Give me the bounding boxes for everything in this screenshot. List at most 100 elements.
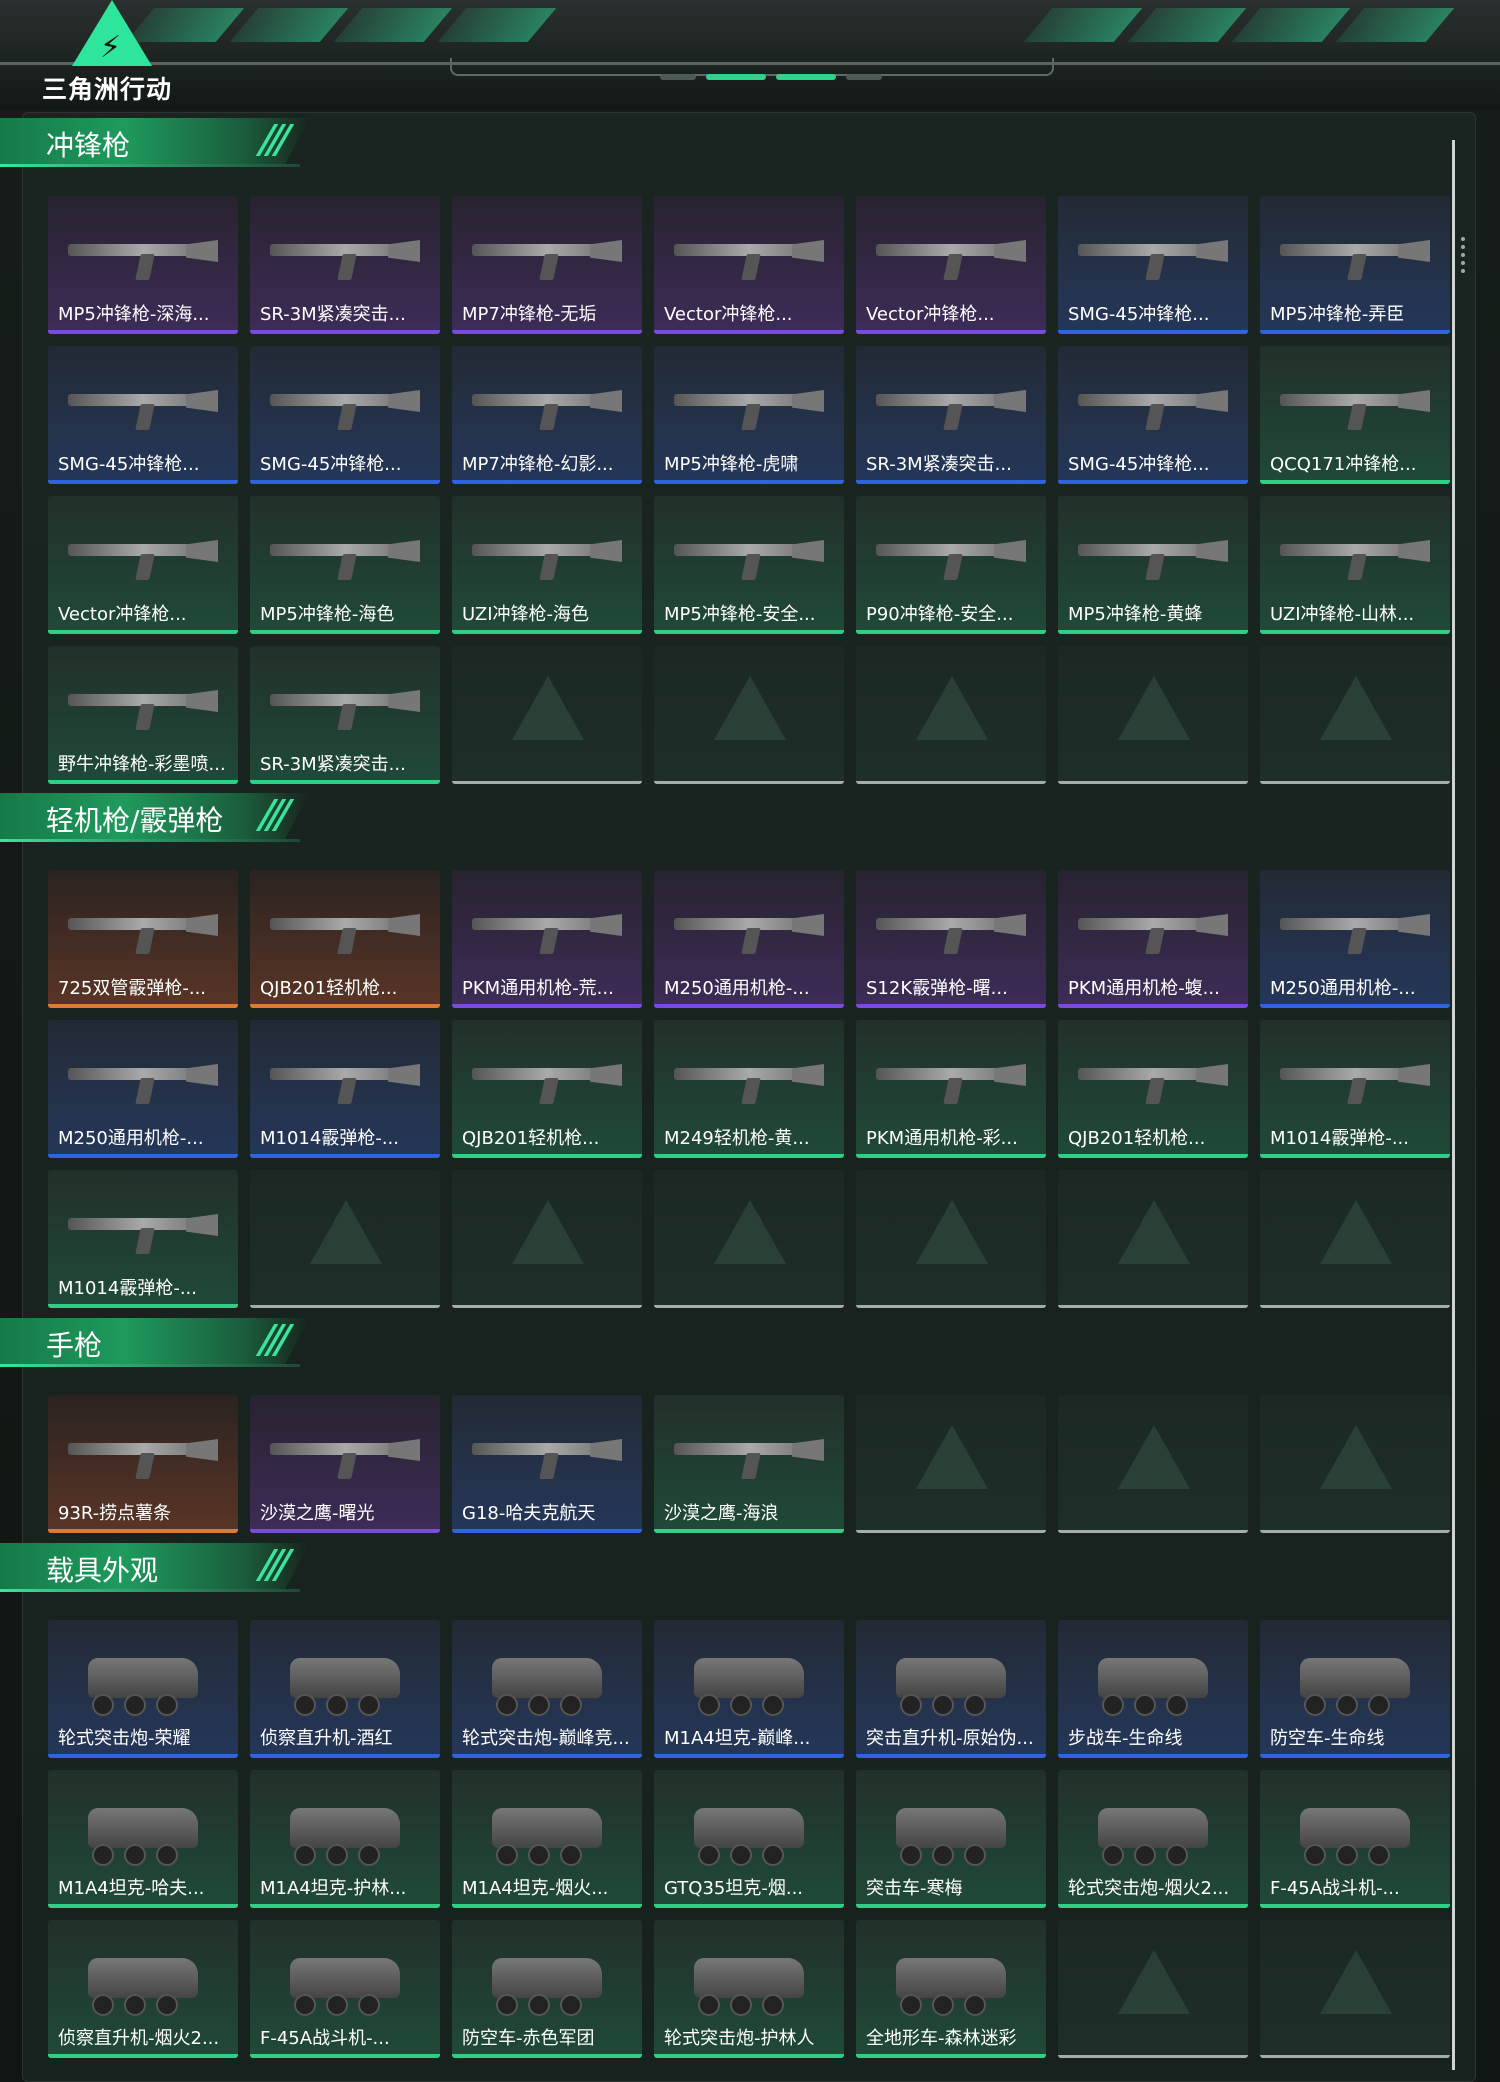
- skin-card[interactable]: 步战车-生命线: [1058, 1620, 1248, 1758]
- rarity-bar: [48, 1004, 238, 1008]
- skin-card[interactable]: 轮式突击炮-护林人: [654, 1920, 844, 2058]
- skin-card[interactable]: 沙漠之鹰-海浪: [654, 1395, 844, 1533]
- skin-card[interactable]: G18-哈夫克航天: [452, 1395, 642, 1533]
- skin-card[interactable]: QJB201轻机枪...: [1058, 1020, 1248, 1158]
- rarity-bar: [452, 1305, 642, 1308]
- rarity-bar: [654, 630, 844, 634]
- skin-card[interactable]: MP5冲锋枪-安全...: [654, 496, 844, 634]
- skin-card[interactable]: 全地形车-森林迷彩: [856, 1920, 1046, 2058]
- skin-card[interactable]: 突击直升机-原始伪...: [856, 1620, 1046, 1758]
- skin-card[interactable]: QCQ171冲锋枪...: [1260, 346, 1450, 484]
- skin-card[interactable]: M250通用机枪-...: [48, 1020, 238, 1158]
- rarity-bar: [856, 1305, 1046, 1308]
- smg-grid: MP5冲锋枪-深海... SR-3M紧凑突击... MP7冲锋枪-无垢 Vector冲…: [48, 196, 1450, 784]
- rarity-bar: [1260, 781, 1450, 784]
- skin-card[interactable]: 轮式突击炮-烟火2...: [1058, 1770, 1248, 1908]
- skin-card[interactable]: SR-3M紧凑突击...: [250, 196, 440, 334]
- skin-card[interactable]: 轮式突击炮-巅峰竞...: [452, 1620, 642, 1758]
- rarity-bar: [1260, 1154, 1450, 1158]
- skin-card[interactable]: UZI冲锋枪-山林...: [1260, 496, 1450, 634]
- skin-card[interactable]: SMG-45冲锋枪...: [250, 346, 440, 484]
- rarity-bar: [48, 630, 238, 634]
- skin-card[interactable]: 93R-捞点薯条: [48, 1395, 238, 1533]
- skin-name: UZI冲锋枪-海色: [462, 604, 589, 625]
- skin-card[interactable]: 防空车-生命线: [1260, 1620, 1450, 1758]
- skin-card[interactable]: PKM通用机枪-彩...: [856, 1020, 1046, 1158]
- skin-card[interactable]: Vector冲锋枪...: [48, 496, 238, 634]
- skin-card[interactable]: Vector冲锋枪...: [654, 196, 844, 334]
- skin-card[interactable]: S12K霰弹枪-曙...: [856, 870, 1046, 1008]
- skin-name: M250通用机枪-...: [58, 1128, 204, 1149]
- skin-card[interactable]: MP5冲锋枪-深海...: [48, 196, 238, 334]
- skin-card[interactable]: M1014霰弹枪-...: [1260, 1020, 1450, 1158]
- skin-name: PKM通用机枪-荒...: [462, 978, 614, 999]
- section-title: 轻机枪/霰弹枪: [46, 804, 224, 837]
- placeholder-logo-icon: [1118, 676, 1190, 740]
- skin-card[interactable]: MP5冲锋枪-虎啸: [654, 346, 844, 484]
- skin-name: SMG-45冲锋枪...: [1068, 304, 1210, 325]
- skin-card[interactable]: 725双管霰弹枪-...: [48, 870, 238, 1008]
- skin-card[interactable]: MP5冲锋枪-海色: [250, 496, 440, 634]
- rarity-bar: [654, 1529, 844, 1533]
- skin-card[interactable]: SMG-45冲锋枪...: [48, 346, 238, 484]
- skin-name: MP7冲锋枪-无垢: [462, 304, 597, 325]
- weapon-skin-icon: [674, 900, 824, 954]
- empty-slot: [1260, 1920, 1450, 2058]
- skin-card[interactable]: 侦察直升机-烟火2...: [48, 1920, 238, 2058]
- skin-card[interactable]: PKM通用机枪-荒...: [452, 870, 642, 1008]
- skin-card[interactable]: MP5冲锋枪-黄蜂: [1058, 496, 1248, 634]
- skin-card[interactable]: SMG-45冲锋枪...: [1058, 196, 1248, 334]
- skin-card[interactable]: M250通用机枪-...: [654, 870, 844, 1008]
- skin-card[interactable]: M1A4坦克-烟火...: [452, 1770, 642, 1908]
- skin-card[interactable]: 轮式突击炮-荣耀: [48, 1620, 238, 1758]
- skin-name: SR-3M紧凑突击...: [866, 454, 1012, 475]
- skin-card[interactable]: SMG-45冲锋枪...: [1058, 346, 1248, 484]
- skin-name: 725双管霰弹枪-...: [58, 978, 207, 999]
- skin-card[interactable]: SR-3M紧凑突击...: [856, 346, 1046, 484]
- skin-card[interactable]: M249轻机枪-黄...: [654, 1020, 844, 1158]
- vehicle-skin-icon: [270, 1800, 420, 1866]
- skin-card[interactable]: M250通用机枪-...: [1260, 870, 1450, 1008]
- weapon-skin-icon: [1280, 376, 1430, 430]
- skin-card[interactable]: M1014霰弹枪-...: [250, 1020, 440, 1158]
- empty-slot: [250, 1170, 440, 1308]
- skin-card[interactable]: UZI冲锋枪-海色: [452, 496, 642, 634]
- skin-card[interactable]: 野牛冲锋枪-彩墨喷...: [48, 646, 238, 784]
- skin-card[interactable]: QJB201轻机枪...: [452, 1020, 642, 1158]
- skin-card[interactable]: GTQ35坦克-烟...: [654, 1770, 844, 1908]
- skin-card[interactable]: MP7冲锋枪-幻影...: [452, 346, 642, 484]
- skin-card[interactable]: F-45A战斗机-...: [1260, 1770, 1450, 1908]
- skin-card[interactable]: MP5冲锋枪-弄臣: [1260, 196, 1450, 334]
- skin-card[interactable]: M1A4坦克-护林...: [250, 1770, 440, 1908]
- vehicle-skin-icon: [1078, 1800, 1228, 1866]
- skin-card[interactable]: F-45A战斗机-...: [250, 1920, 440, 2058]
- weapon-skin-icon: [876, 376, 1026, 430]
- skin-name: M1A4坦克-护林...: [260, 1878, 407, 1899]
- vehicle-skin-icon: [1280, 1650, 1430, 1716]
- skin-name: 防空车-生命线: [1270, 1728, 1385, 1749]
- skin-card[interactable]: M1A4坦克-哈夫...: [48, 1770, 238, 1908]
- skin-card[interactable]: 防空车-赤色军团: [452, 1920, 642, 2058]
- rarity-bar: [654, 330, 844, 334]
- skin-card[interactable]: SR-3M紧凑突击...: [250, 646, 440, 784]
- placeholder-logo-icon: [310, 1200, 382, 1264]
- skin-card[interactable]: PKM通用机枪-蝮...: [1058, 870, 1248, 1008]
- weapon-skin-icon: [68, 676, 218, 730]
- skin-card[interactable]: 突击车-寒梅: [856, 1770, 1046, 1908]
- skin-card[interactable]: P90冲锋枪-安全...: [856, 496, 1046, 634]
- rarity-bar: [250, 1754, 440, 1758]
- scrollbar[interactable]: [1452, 140, 1455, 2070]
- skin-card[interactable]: 侦察直升机-酒红: [250, 1620, 440, 1758]
- skin-card[interactable]: M1A4坦克-巅峰...: [654, 1620, 844, 1758]
- skin-name: M1A4坦克-烟火...: [462, 1878, 609, 1899]
- skin-card[interactable]: 沙漠之鹰-曙光: [250, 1395, 440, 1533]
- weapon-skin-icon: [270, 1425, 420, 1479]
- skin-card[interactable]: MP7冲锋枪-无垢: [452, 196, 642, 334]
- skin-card[interactable]: Vector冲锋枪...: [856, 196, 1046, 334]
- rarity-bar: [1260, 1754, 1450, 1758]
- rarity-bar: [654, 781, 844, 784]
- vehicle-skin-icon: [270, 1650, 420, 1716]
- skin-card[interactable]: QJB201轻机枪...: [250, 870, 440, 1008]
- skin-card[interactable]: M1014霰弹枪-...: [48, 1170, 238, 1308]
- weapon-skin-icon: [472, 1050, 622, 1104]
